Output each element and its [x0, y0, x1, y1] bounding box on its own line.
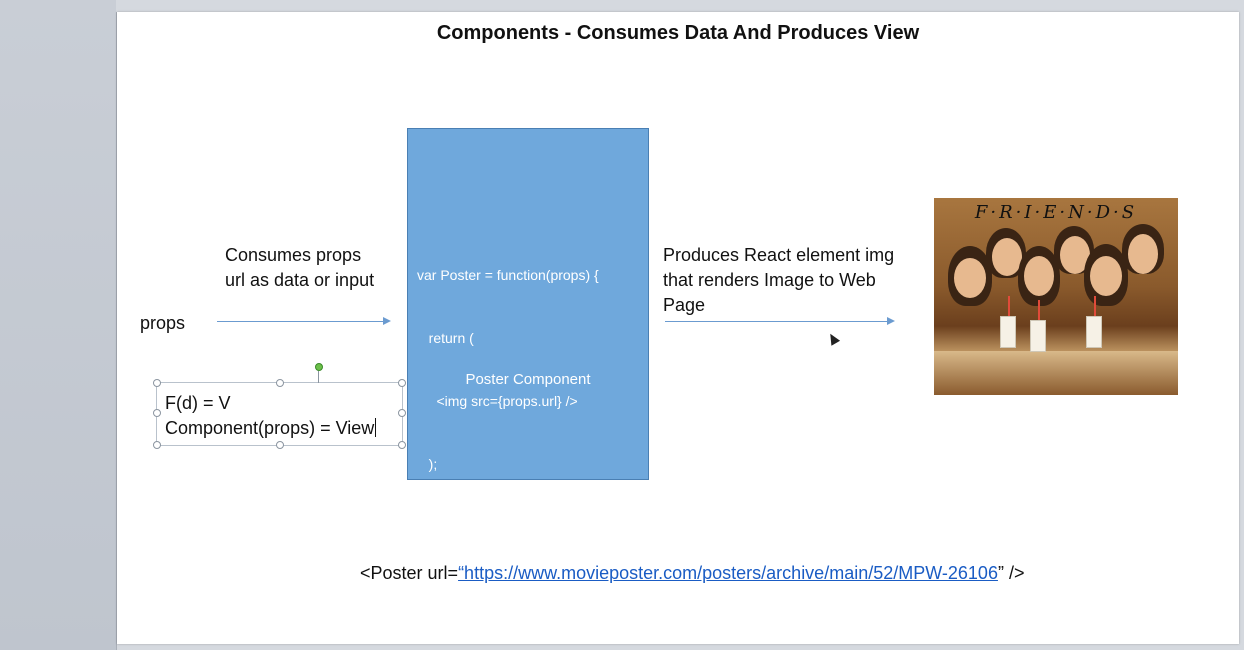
formula-text[interactable]: F(d) = V Component(props) = View [165, 391, 377, 441]
slide-title[interactable]: Components - Consumes Data And Produces … [117, 22, 1239, 45]
milkshake-glass [1086, 316, 1102, 348]
resize-handle-top[interactable] [276, 379, 284, 387]
figure-face [954, 258, 986, 298]
formula-line-2-text: Component(props) = View [165, 418, 375, 438]
rotate-handle-stem [318, 371, 319, 383]
code-line: var Poster = function(props) { [417, 267, 599, 283]
friends-poster-image[interactable]: F·R·I·E·N·D·S [934, 198, 1178, 395]
slide-canvas[interactable]: Components - Consumes Data And Produces … [117, 12, 1239, 644]
code-line: <img src={props.url} /> [417, 393, 578, 409]
milkshake-glass [1000, 316, 1016, 348]
editor-top-strip [116, 0, 1244, 12]
formula-line-2: Component(props) = View [165, 416, 377, 441]
resize-handle-bottom-left[interactable] [153, 441, 161, 449]
formula-line-1: F(d) = V [165, 393, 231, 413]
figure-face [1024, 256, 1054, 296]
code-line: ); [417, 456, 438, 472]
consumes-textbox[interactable]: Consumes props url as data or input [225, 243, 374, 293]
code-snippet: var Poster = function(props) { return ( … [417, 223, 599, 580]
box-caption: Poster Component [465, 371, 591, 388]
poster-usage-example[interactable]: <Poster url=“https://www.movieposter.com… [360, 563, 1024, 584]
input-arrow[interactable] [217, 317, 391, 325]
poster-title: F·R·I·E·N·D·S [974, 202, 1138, 223]
consumes-line-1: Consumes props [225, 245, 362, 265]
text-caret [375, 418, 377, 437]
code-line: return ( [417, 330, 474, 346]
rotate-handle[interactable] [315, 363, 323, 371]
resize-handle-top-right[interactable] [398, 379, 406, 387]
produces-textbox[interactable]: Produces React element img that renders … [663, 243, 894, 318]
formula-textbox-selected[interactable]: F(d) = V Component(props) = View [153, 363, 406, 449]
resize-handle-right[interactable] [398, 409, 406, 417]
produces-line-2: that renders Image to Web [663, 270, 876, 290]
mouse-pointer-icon [825, 331, 841, 346]
produces-line-3: Page [663, 295, 706, 315]
slide-thumbnail-panel[interactable] [0, 0, 117, 650]
figure-face [1128, 234, 1158, 274]
produces-line-1: Produces React element img [663, 245, 895, 265]
resize-handle-top-left[interactable] [153, 379, 161, 387]
usage-prefix: <Poster url= [360, 563, 459, 583]
code-line: }; [417, 519, 426, 535]
resize-handle-bottom-right[interactable] [398, 441, 406, 449]
resize-handle-bottom[interactable] [276, 441, 284, 449]
props-label[interactable]: props [140, 311, 185, 336]
figure-face [1090, 256, 1122, 296]
usage-suffix: ” /> [997, 563, 1025, 583]
consumes-line-2: url as data or input [225, 270, 375, 290]
poster-table [934, 351, 1178, 395]
output-arrow[interactable] [665, 317, 895, 325]
poster-component-box[interactable]: var Poster = function(props) { return ( … [407, 128, 649, 535]
resize-handle-left[interactable] [153, 409, 161, 417]
milkshake-glass [1030, 320, 1046, 352]
poster-url-link[interactable]: “https://www.movieposter.com/posters/arc… [458, 563, 998, 583]
